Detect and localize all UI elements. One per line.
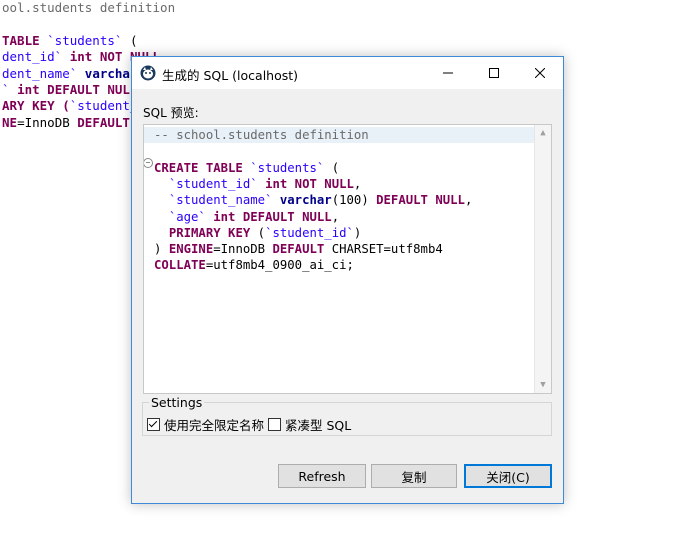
- code-token: ARY KEY (: [2, 98, 70, 114]
- background-code-line: NE=InnoDB DEFAULT: [2, 115, 130, 131]
- code-token: =InnoDB: [17, 114, 78, 130]
- code-token: =utf8mb4_0900_ai_ci;: [205, 258, 354, 273]
- sql-code-line: `age` int DEFAULT NULL,: [154, 209, 339, 225]
- maximize-icon: [489, 68, 499, 78]
- sql-code-line: -- school.students definition: [154, 127, 369, 143]
- code-token: varchar: [84, 65, 138, 81]
- qualified-names-check-icon[interactable]: [147, 418, 160, 431]
- compact-sql-check-icon[interactable]: [268, 418, 281, 431]
- sql-code-line: ) ENGINE=InnoDB DEFAULT CHARSET=utf8mb4: [154, 241, 443, 257]
- code-token: (: [122, 32, 138, 48]
- qualified-names-label: 使用完全限定名称: [164, 418, 265, 433]
- sql-code-line: `student_id` int NOT NULL,: [154, 176, 362, 192]
- scroll-up-icon[interactable]: ▲: [535, 125, 551, 141]
- code-token: CHARSET=utf8mb4: [324, 242, 443, 257]
- scroll-down-icon[interactable]: ▼: [535, 377, 551, 393]
- background-code-line: ARY KEY (`student_: [2, 98, 137, 114]
- background-code-line: TABLE `students` (: [2, 33, 137, 49]
- maximize-button[interactable]: [471, 57, 517, 89]
- code-token: =InnoDB: [213, 242, 273, 257]
- app-icon: [140, 65, 156, 81]
- dialog-titlebar[interactable]: 生成的 SQL (localhost): [132, 57, 563, 89]
- sql-preview-editor[interactable]: − ▲ ▼ -- school.students definition CREAT…: [143, 124, 552, 394]
- compact-sql-checkbox[interactable]: 紧凑型 SQL: [268, 415, 351, 434]
- code-token: ,: [353, 176, 362, 191]
- minimize-button[interactable]: [425, 57, 471, 89]
- settings-group: Settings 使用完全限定名称 紧凑型 SQL: [142, 395, 552, 436]
- dialog-title: 生成的 SQL (localhost): [162, 68, 299, 83]
- code-token: ,: [464, 193, 473, 208]
- code-token: DEFAULT NULL: [376, 193, 465, 208]
- code-token: -- school.students definition: [154, 128, 369, 142]
- code-token: NE: [2, 114, 18, 130]
- code-token: ool.students definition: [2, 0, 176, 15]
- code-token: (: [250, 225, 266, 240]
- refresh-button[interactable]: Refresh: [278, 464, 366, 488]
- background-code-line: ` int DEFAULT NULL: [2, 82, 137, 98]
- code-token: dent_id`: [2, 49, 63, 65]
- sql-code-line: COLLATE=utf8mb4_0900_ai_ci;: [154, 257, 354, 273]
- code-token: ): [154, 242, 169, 257]
- code-token: ENGINE: [168, 242, 214, 257]
- code-token: DEFAULT: [272, 242, 325, 257]
- close-window-button[interactable]: [517, 57, 563, 89]
- code-token: `students`: [47, 32, 123, 48]
- generated-sql-dialog: 生成的 SQL (localhost) SQL 预览: − ▲ ▼ -- sch…: [131, 56, 564, 504]
- code-token: `student_id`: [265, 225, 354, 240]
- qualified-names-checkbox[interactable]: 使用完全限定名称: [147, 415, 264, 434]
- close-button[interactable]: 关闭(C): [464, 464, 552, 488]
- sql-preview-label: SQL 预览:: [143, 106, 199, 120]
- sql-code-line: PRIMARY KEY (`student_id`): [154, 225, 362, 241]
- code-token: `student_id`: [168, 176, 258, 191]
- code-token: int NOT NULL: [265, 176, 354, 191]
- code-token: `: [2, 82, 18, 97]
- settings-label: Settings: [149, 395, 205, 410]
- background-code-line: dent_name` varchar: [2, 66, 137, 82]
- code-token: (: [324, 160, 340, 175]
- vertical-scrollbar[interactable]: ▲ ▼: [534, 125, 551, 393]
- code-token: `student_: [69, 98, 138, 114]
- code-token: varchar: [279, 193, 332, 208]
- code-token: ,: [331, 209, 340, 224]
- fold-marker-icon[interactable]: −: [144, 158, 153, 168]
- code-token: TABLE: [2, 32, 48, 48]
- code-token: ): [353, 225, 362, 240]
- code-token: DEFAULT: [77, 114, 130, 130]
- code-token: PRIMARY KEY: [168, 225, 251, 240]
- code-token: CREATE TABLE: [154, 160, 251, 175]
- background-code-line: ool.students definition: [2, 0, 175, 16]
- code-token: dent_name`: [2, 65, 78, 81]
- sql-code-line: `student_name` varchar(100) DEFAULT NULL…: [154, 192, 473, 208]
- code-token: `age`: [168, 209, 206, 224]
- minimize-icon: [443, 72, 453, 74]
- code-token: `student_name`: [168, 193, 273, 208]
- code-token: (100): [331, 193, 377, 208]
- sql-code-line: CREATE TABLE `students` (: [154, 160, 339, 176]
- compact-sql-label: 紧凑型 SQL: [285, 418, 352, 433]
- copy-button[interactable]: 复制: [371, 464, 457, 488]
- code-token: COLLATE: [154, 258, 206, 273]
- code-token: int DEFAULT NULL: [17, 82, 138, 97]
- code-token: int DEFAULT NULL: [213, 209, 332, 224]
- code-token: `students`: [250, 160, 325, 175]
- close-icon: [535, 68, 545, 78]
